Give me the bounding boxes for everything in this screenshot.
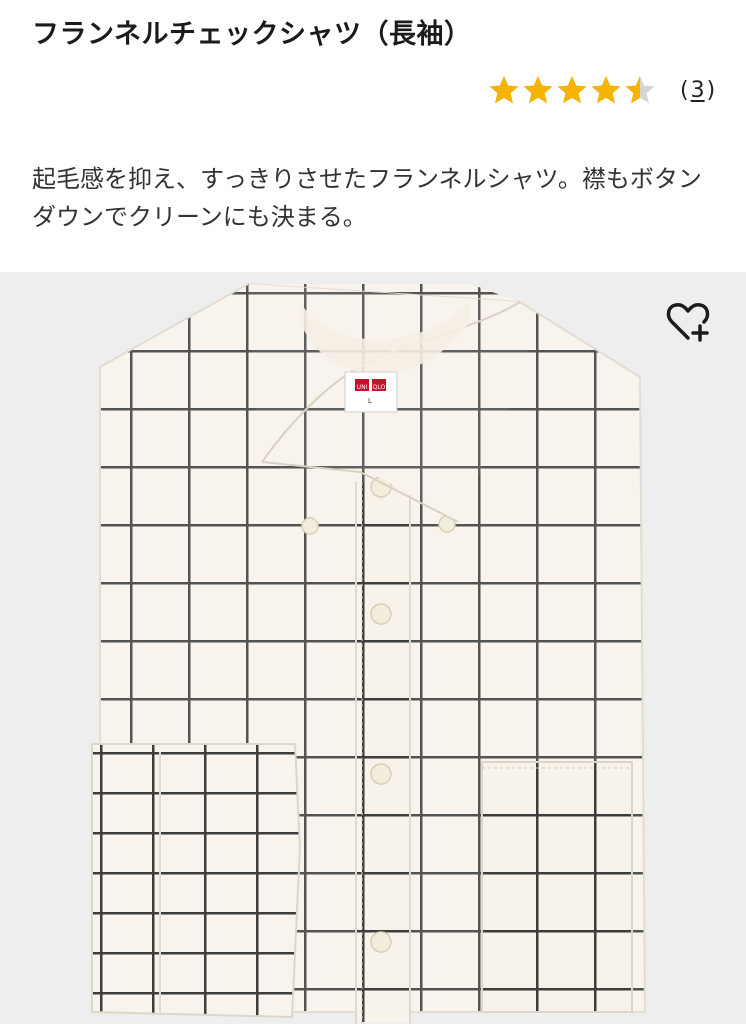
product-rating[interactable]: ( 3 ): [488, 72, 715, 108]
favorite-button[interactable]: [664, 298, 720, 354]
label-size: L: [368, 397, 372, 405]
product-title: フランネルチェックシャツ（長袖）: [32, 19, 472, 50]
star-full-icon: [489, 76, 519, 104]
shirt-illustration: UNI QLO L: [91, 282, 647, 1024]
review-count-link[interactable]: ( 3 ): [680, 78, 715, 103]
review-open-paren: (: [680, 77, 689, 103]
label-brand-left: UNI: [357, 384, 368, 391]
label-brand-right: QLO: [373, 384, 386, 391]
heart-plus-icon: [666, 303, 710, 342]
star-full-icon: [557, 76, 587, 104]
review-close-paren: ): [706, 77, 716, 103]
product-image[interactable]: UNI QLO L: [0, 272, 746, 1024]
rating-stars: [488, 74, 656, 106]
star-half-icon: [625, 76, 655, 104]
star-full-icon: [523, 76, 553, 104]
review-count[interactable]: 3: [691, 78, 705, 103]
product-description: 起毛感を抑え、すっきりさせたフランネルシャツ。襟もボタンダウンでクリーンにも決ま…: [32, 165, 702, 231]
star-full-icon: [591, 76, 621, 104]
